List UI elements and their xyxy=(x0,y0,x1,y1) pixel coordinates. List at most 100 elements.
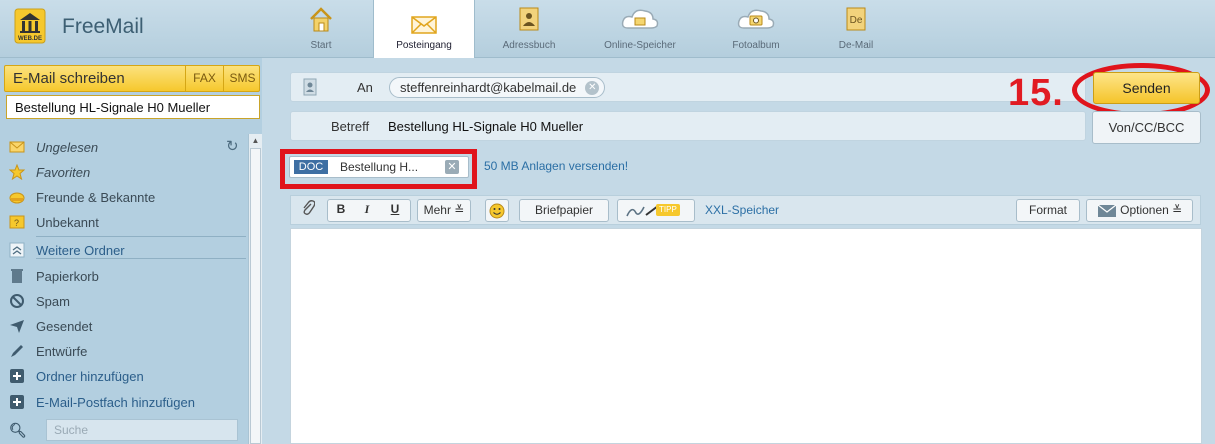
search-icon: 🔍︎ xyxy=(9,422,27,438)
italic-button[interactable]: I xyxy=(355,199,379,222)
options-label: Optionen ≚ xyxy=(1120,203,1183,217)
logo-text: WEB.DE xyxy=(18,36,42,42)
to-label: An xyxy=(357,80,373,95)
folder-unbekannt[interactable]: ? Unbekannt xyxy=(0,210,246,235)
remove-recipient-icon[interactable]: ✕ xyxy=(585,81,600,95)
plus-icon xyxy=(9,368,25,384)
recipient-row: An steffenreinhardt@kabelmail.de ✕ xyxy=(290,72,1086,102)
spam-icon xyxy=(9,293,25,309)
star-icon xyxy=(8,163,26,181)
folder-favoriten[interactable]: Favoriten xyxy=(0,160,246,185)
add-folder-link[interactable]: Ordner hinzufügen xyxy=(0,364,246,389)
tab-online-speicher-label: Online-Speicher xyxy=(604,40,676,51)
more-button[interactable]: Mehr ≚ xyxy=(417,199,471,222)
unknown-icon: ? xyxy=(9,214,25,230)
folder-ungelesen[interactable]: Ungelesen ↻ xyxy=(0,135,246,160)
search-input[interactable]: Suche xyxy=(46,419,238,441)
folder-label: Gesendet xyxy=(36,319,93,334)
recipient-chip[interactable]: steffenreinhardt@kabelmail.de ✕ xyxy=(389,77,606,98)
attachment-name: Bestellung H... xyxy=(340,160,419,174)
friends-icon xyxy=(9,189,25,205)
from-cc-bcc-button[interactable]: Von/CC/BCC xyxy=(1092,111,1201,144)
step-number-annotation: 15. xyxy=(1008,72,1064,114)
signature-button[interactable]: TIPP xyxy=(617,199,695,222)
sms-button[interactable]: SMS xyxy=(223,66,261,91)
contacts-icon[interactable] xyxy=(303,78,317,99)
underline-button[interactable]: U xyxy=(383,199,407,222)
scroll-up-arrow[interactable]: ▲ xyxy=(249,134,262,148)
envelope-icon xyxy=(9,139,25,155)
folder-freunde[interactable]: Freunde & Bekannte xyxy=(0,185,246,210)
paperclip-icon[interactable] xyxy=(298,199,318,222)
recipient-address: steffenreinhardt@kabelmail.de xyxy=(400,80,577,95)
fax-button[interactable]: FAX xyxy=(185,66,223,91)
demail-icon: De xyxy=(845,6,867,35)
folder-label: Favoriten xyxy=(36,165,91,180)
pencil-icon xyxy=(9,343,25,359)
folder-label: Spam xyxy=(36,294,70,309)
envelope-icon xyxy=(1097,203,1117,217)
xxl-storage-link[interactable]: XXL-Speicher xyxy=(705,203,779,217)
folder-weitere-ordner[interactable]: Weitere Ordner xyxy=(0,238,246,263)
send-button[interactable]: Senden xyxy=(1093,72,1200,104)
folder-entwuerfe[interactable]: Entwürfe xyxy=(0,339,246,364)
tab-fotoalbum-label: Fotoalbum xyxy=(732,40,780,51)
letterpaper-button[interactable]: Briefpapier xyxy=(519,199,609,222)
tab-de-mail[interactable]: De De-Mail xyxy=(825,0,887,58)
chevron-up-icon xyxy=(9,242,25,258)
sidebar: E-Mail schreiben FAX SMS Bestellung HL-S… xyxy=(0,58,262,444)
tab-online-speicher[interactable]: Online-Speicher xyxy=(590,0,690,58)
tab-de-mail-label: De-Mail xyxy=(838,40,874,51)
sent-icon xyxy=(9,318,25,334)
compose-email-label: E-Mail schreiben xyxy=(13,70,125,87)
bold-button[interactable]: B xyxy=(329,199,353,222)
webde-logo[interactable]: WEB.DE xyxy=(14,8,46,44)
emoji-button[interactable] xyxy=(485,199,509,222)
compose-email-button[interactable]: E-Mail schreiben FAX SMS xyxy=(4,65,260,92)
folder-label: Freunde & Bekannte xyxy=(36,190,156,205)
trash-icon xyxy=(9,268,25,284)
remove-attachment-icon[interactable]: ✕ xyxy=(445,160,459,174)
subject-input[interactable]: Bestellung HL-Signale H0 Mueller xyxy=(388,119,583,134)
tab-start-label: Start xyxy=(310,40,332,51)
folder-label: Weitere Ordner xyxy=(36,243,125,258)
addressbook-icon xyxy=(518,6,540,35)
tab-posteingang-label: Posteingang xyxy=(396,40,452,51)
folder-gesendet[interactable]: Gesendet xyxy=(0,314,246,339)
formatting-toolbar: B I U Mehr ≚ Briefpapier TIPP XXL-Speich… xyxy=(290,195,1201,225)
tab-start[interactable]: Start xyxy=(290,0,352,58)
tab-fotoalbum[interactable]: Fotoalbum xyxy=(720,0,792,58)
tab-posteingang[interactable]: Posteingang xyxy=(373,0,475,59)
current-draft-item[interactable]: Bestellung HL-Signale H0 Mueller xyxy=(6,95,260,119)
plus-icon xyxy=(9,394,25,410)
cloud-icon xyxy=(620,6,660,35)
svg-text:De: De xyxy=(850,15,863,26)
folder-label: Ordner hinzufügen xyxy=(36,369,144,384)
message-body-editor[interactable] xyxy=(290,228,1202,444)
divider xyxy=(36,258,246,259)
scrollbar-thumb[interactable] xyxy=(250,148,261,444)
add-mailbox-link[interactable]: E-Mail-Postfach hinzufügen xyxy=(0,390,246,415)
sidebar-scrollbar[interactable]: ▲ xyxy=(248,134,262,444)
tab-adressbuch[interactable]: Adressbuch xyxy=(490,0,568,58)
subject-row: Betreff Bestellung HL-Signale H0 Mueller xyxy=(290,111,1086,141)
divider xyxy=(36,236,246,237)
brand-name: FreeMail xyxy=(62,15,144,38)
tipp-badge: TIPP xyxy=(656,204,680,216)
attachment-chip[interactable]: DOC Bestellung H... ✕ xyxy=(289,156,469,178)
refresh-icon[interactable]: ↻ xyxy=(226,137,239,155)
large-attachment-link[interactable]: 50 MB Anlagen versenden! xyxy=(484,159,628,173)
folder-label: Unbekannt xyxy=(36,215,99,230)
folder-spam[interactable]: Spam xyxy=(0,289,246,314)
folder-label: Entwürfe xyxy=(36,344,88,359)
top-navigation-bar: WEB.DE FreeMail Start Posteingang Adress… xyxy=(0,0,1215,59)
options-button[interactable]: Optionen ≚ xyxy=(1086,199,1193,222)
folder-label: E-Mail-Postfach hinzufügen xyxy=(36,395,195,410)
compose-area: An steffenreinhardt@kabelmail.de ✕ 15. S… xyxy=(262,58,1215,444)
envelope-icon xyxy=(411,16,437,37)
folder-label: Ungelesen xyxy=(36,140,99,155)
folder-papierkorb[interactable]: Papierkorb xyxy=(0,264,246,289)
camera-cloud-icon xyxy=(736,6,776,35)
format-button[interactable]: Format xyxy=(1016,199,1080,222)
folder-label: Papierkorb xyxy=(36,269,99,284)
